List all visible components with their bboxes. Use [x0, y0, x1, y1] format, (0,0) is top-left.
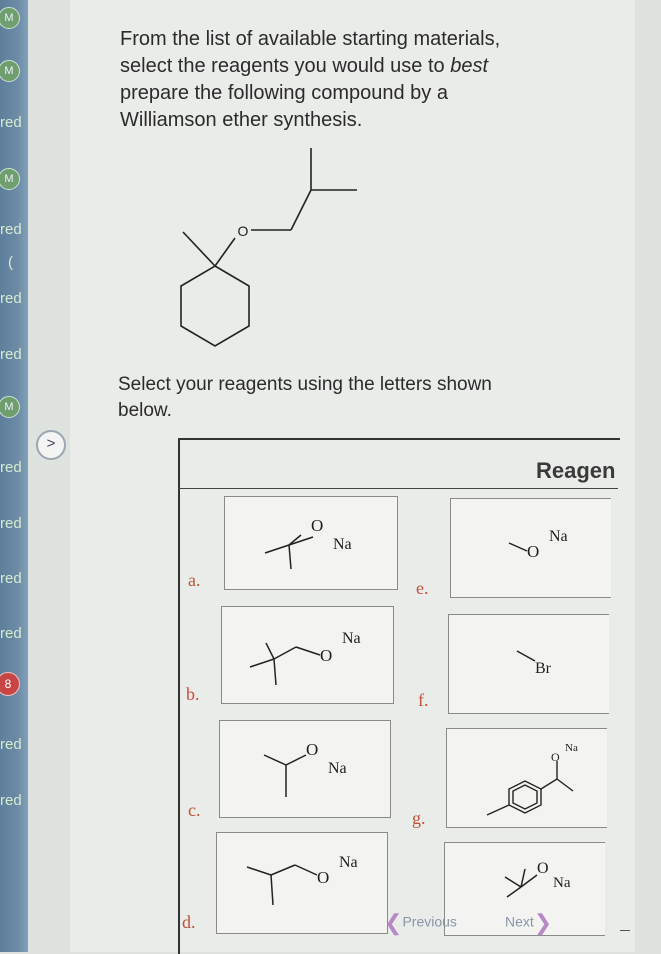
svg-text:Na: Na	[553, 875, 571, 891]
sidebar-item-13[interactable]: red	[0, 625, 22, 642]
reagent-g-letter: g.	[412, 808, 426, 828]
reagent-d-letter: d.	[182, 912, 196, 932]
emphasis-best: best	[450, 55, 489, 77]
reagent-d-structure: O Na	[246, 854, 358, 906]
reagent-a-letter: a.	[188, 570, 201, 590]
sidebar-badge-9[interactable]: M	[0, 396, 20, 418]
reagent-d-card[interactable]: O Na	[216, 832, 388, 934]
question-text: From the list of available starting mate…	[120, 26, 550, 134]
sidebar-badge-4[interactable]: M	[0, 168, 20, 190]
svg-text:Br: Br	[535, 660, 552, 677]
sidebar-item-3[interactable]: red	[0, 114, 22, 131]
svg-text:O: O	[527, 542, 539, 561]
svg-text:O: O	[306, 740, 318, 759]
reagent-e-card[interactable]: O Na	[450, 498, 611, 598]
reagent-c-letter: c.	[188, 800, 201, 820]
question-line-4: Williamson ether synthesis.	[120, 109, 363, 131]
chevron-left-icon: ❮	[384, 910, 403, 935]
sidebar-item-6[interactable]: (	[8, 254, 13, 271]
reagent-b-structure: O Na	[249, 630, 361, 686]
target-molecule-structure: O	[180, 148, 357, 347]
reagent-a-card[interactable]: O Na	[224, 496, 398, 590]
sidebar-item-11[interactable]: red	[0, 515, 22, 532]
svg-text:Na: Na	[565, 742, 578, 754]
chevron-right-icon: ❯	[533, 910, 553, 935]
svg-text:Na: Na	[333, 536, 352, 553]
reagent-b-card[interactable]: O Na	[221, 606, 394, 704]
reagent-g-structure: O Na	[486, 742, 578, 816]
reagent-f-card[interactable]: Br	[448, 614, 609, 714]
sidebar-item-7[interactable]: red	[0, 290, 22, 307]
reagents-table-header: Reagen	[536, 458, 616, 483]
question-line-3: prepare the following compound by a	[120, 82, 448, 104]
svg-text:O: O	[551, 750, 560, 764]
svg-text:O: O	[320, 646, 332, 665]
question-line-2: select the reagents you would use to bes…	[120, 55, 489, 77]
svg-text:O: O	[537, 860, 549, 877]
reagent-b-letter: b.	[186, 684, 200, 704]
svg-text:O: O	[311, 516, 323, 535]
reagent-a-structure: O Na	[264, 516, 352, 570]
question-line-1: From the list of available starting mate…	[120, 28, 501, 50]
sidebar-red-badge[interactable]: 8	[0, 672, 20, 696]
reagent-e-letter: e.	[416, 578, 429, 598]
previous-button[interactable]: ❮Previous	[384, 910, 457, 936]
reagent-c-structure: O Na	[263, 740, 347, 797]
divider	[620, 930, 630, 931]
table-header-divider	[178, 488, 618, 489]
target-oxygen-label: O	[238, 223, 249, 239]
select-prompt: Select your reagents using the letters s…	[118, 372, 558, 424]
select-prompt-line-1: Select your reagents using the letters s…	[118, 374, 492, 395]
sidebar-item-5[interactable]: red	[0, 221, 22, 238]
reagent-g-card[interactable]: O Na	[446, 728, 607, 828]
reagent-f-structure: Br	[516, 650, 552, 677]
sidebar-item-15[interactable]: red	[0, 736, 22, 753]
sidebar-item-12[interactable]: red	[0, 570, 22, 587]
sidebar-item-16[interactable]: red	[0, 792, 22, 809]
reagent-f-letter: f.	[418, 690, 429, 710]
svg-text:Na: Na	[342, 630, 361, 647]
svg-text:Na: Na	[339, 854, 358, 871]
next-button[interactable]: Next❯	[505, 910, 552, 936]
reagent-e-structure: O Na	[508, 528, 568, 561]
svg-text:O: O	[317, 868, 329, 887]
reagent-c-card[interactable]: O Na	[219, 720, 391, 818]
sidebar-item-10[interactable]: red	[0, 459, 22, 476]
expand-chevron-icon[interactable]: >	[36, 430, 66, 460]
select-prompt-line-2: below.	[118, 400, 172, 421]
svg-text:Na: Na	[328, 760, 347, 777]
sidebar: M M red M red ( red red M red red red re…	[0, 0, 28, 952]
sidebar-badge-1[interactable]: M	[0, 7, 20, 29]
svg-text:Na: Na	[549, 528, 568, 545]
sidebar-item-8[interactable]: red	[0, 346, 22, 363]
sidebar-badge-2[interactable]: M	[0, 60, 20, 82]
